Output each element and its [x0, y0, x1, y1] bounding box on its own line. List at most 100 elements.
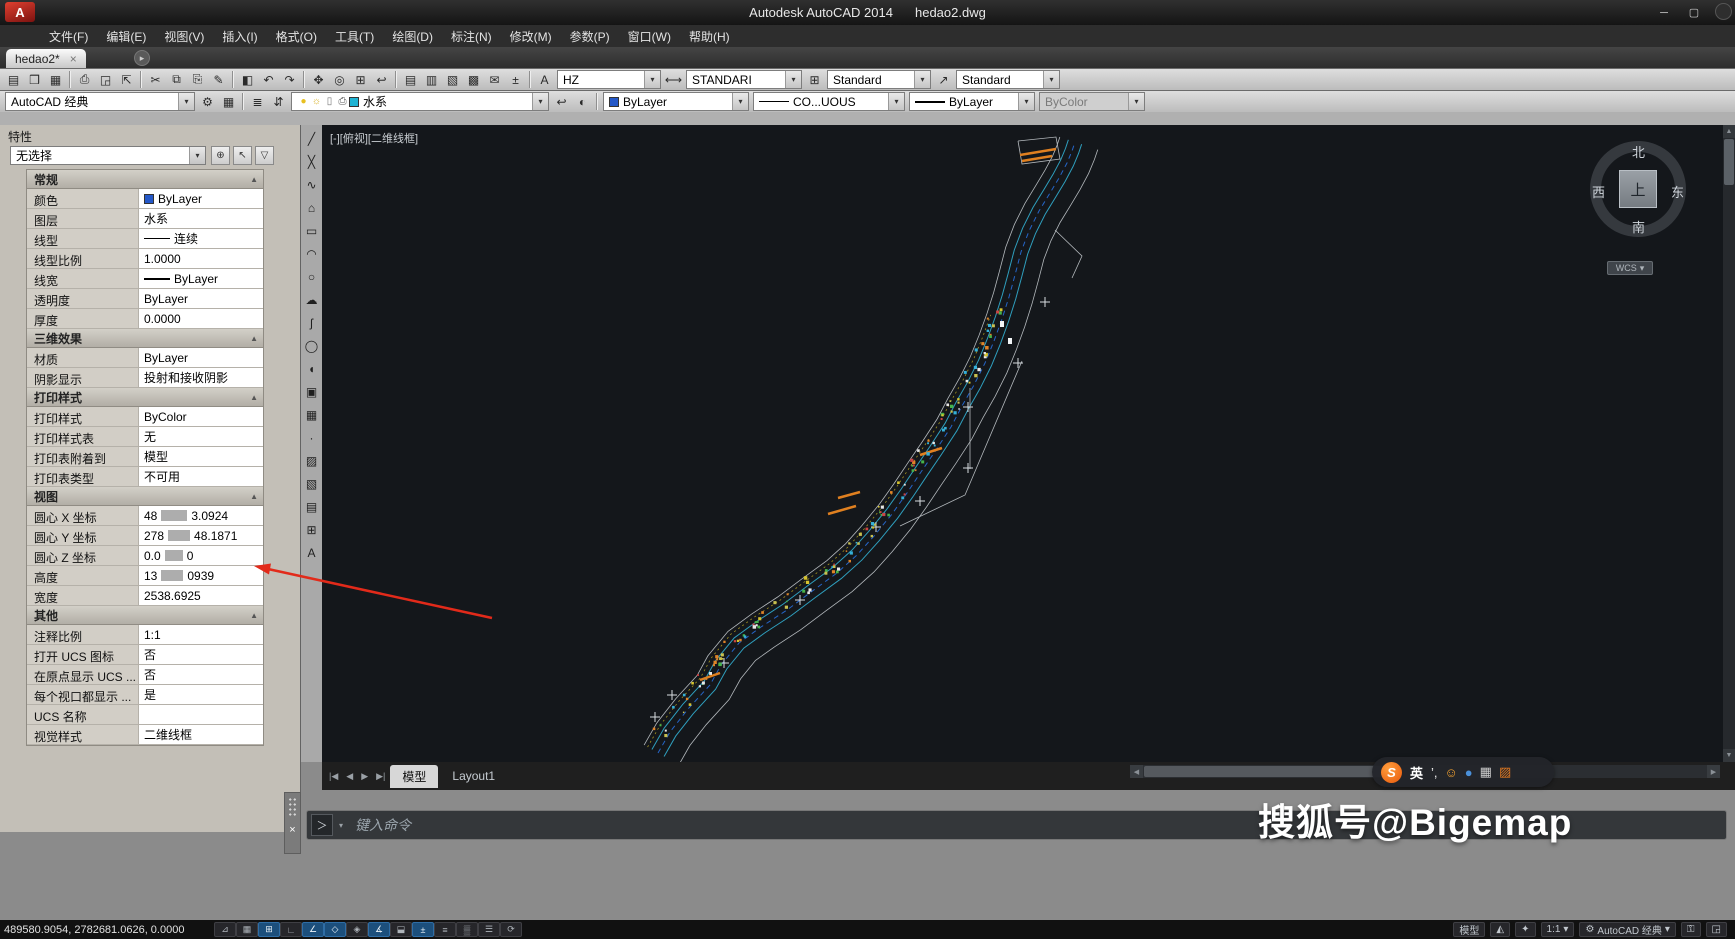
dim-style-combo[interactable]: STANDARI: [686, 70, 802, 89]
menu-item-4[interactable]: 插入(I): [213, 25, 266, 48]
tab-overflow-icon[interactable]: [134, 50, 150, 66]
command-close-icon[interactable]: [286, 823, 299, 836]
section-header[interactable]: 三维效果: [27, 329, 263, 348]
quickcalc-icon[interactable]: ±: [505, 70, 526, 89]
command-prompt-icon[interactable]: ＞: [311, 814, 333, 836]
property-value[interactable]: 模型: [139, 447, 263, 466]
snap-toggle[interactable]: ▦: [236, 922, 258, 937]
chevron-down-icon[interactable]: [644, 71, 660, 88]
infer-constraints-toggle[interactable]: ⊿: [214, 922, 236, 937]
plot-preview-icon[interactable]: ◲: [95, 70, 116, 89]
transparency-toggle[interactable]: ▒: [456, 922, 478, 937]
model-space-button[interactable]: 模型: [1453, 922, 1486, 937]
make-block-tool[interactable]: ▦: [302, 405, 321, 424]
menu-item-8[interactable]: 标注(N): [442, 25, 501, 48]
open-icon[interactable]: ❒: [24, 70, 45, 89]
compass-north-label[interactable]: 北: [1632, 142, 1645, 161]
compass-south-label[interactable]: 南: [1632, 217, 1645, 236]
pickadd-toggle-button[interactable]: ⊕: [211, 146, 230, 165]
menu-item-5[interactable]: 格式(O): [267, 25, 326, 48]
point-tool[interactable]: ·: [302, 428, 321, 447]
save-icon[interactable]: ▦: [45, 70, 66, 89]
vertical-scrollbar[interactable]: ▲ ▼: [1723, 125, 1735, 762]
section-header[interactable]: 常规: [27, 170, 263, 189]
menu-item-2[interactable]: 编辑(E): [97, 25, 155, 48]
chevron-down-icon[interactable]: [189, 147, 205, 164]
ortho-toggle[interactable]: ∟: [280, 922, 302, 937]
menu-item-3[interactable]: 视图(V): [155, 25, 213, 48]
property-value[interactable]: 连续: [139, 229, 263, 248]
tool-palettes-icon[interactable]: ▧: [442, 70, 463, 89]
compass-east-label[interactable]: 东: [1671, 182, 1684, 201]
command-palette-titlebar[interactable]: [284, 792, 301, 854]
layer-properties-manager-icon[interactable]: ≣: [247, 92, 268, 111]
sogou-ime-bar[interactable]: S 英 ’, ☺ ● ▦ ▨: [1372, 757, 1554, 787]
dim-style-icon[interactable]: ⟷: [663, 70, 684, 89]
chevron-down-icon[interactable]: [532, 93, 548, 110]
chevron-down-icon[interactable]: [1640, 263, 1645, 274]
collapse-arrow-icon[interactable]: [250, 492, 258, 501]
circle-tool[interactable]: ○: [302, 267, 321, 286]
insert-block-tool[interactable]: ▣: [302, 382, 321, 401]
chevron-down-icon[interactable]: [888, 93, 904, 110]
compass-top-face[interactable]: 上: [1619, 170, 1657, 208]
property-value[interactable]: 1.0000: [139, 249, 263, 268]
color-combo[interactable]: ByLayer: [603, 92, 749, 111]
polar-toggle[interactable]: ∠: [302, 922, 324, 937]
property-value[interactable]: 1:1: [139, 625, 263, 644]
selection-combo[interactable]: 无选择: [10, 146, 206, 165]
grid-toggle[interactable]: ⊞: [258, 922, 280, 937]
gradient-tool[interactable]: ▧: [302, 474, 321, 493]
plot-icon[interactable]: ⎙: [74, 70, 95, 89]
property-value[interactable]: 投射和接收阴影: [139, 368, 263, 387]
zoom-previous-icon[interactable]: ↩: [371, 70, 392, 89]
osnap-toggle[interactable]: ◇: [324, 922, 346, 937]
property-value[interactable]: ByLayer: [139, 289, 263, 308]
undo-icon[interactable]: ↶: [258, 70, 279, 89]
tab-model[interactable]: 模型: [390, 764, 439, 788]
collapse-arrow-icon[interactable]: [250, 393, 258, 402]
scroll-up-icon[interactable]: ▲: [1723, 125, 1735, 138]
section-header[interactable]: 打印样式: [27, 388, 263, 407]
sheet-set-manager-icon[interactable]: ▩: [463, 70, 484, 89]
property-value[interactable]: 是: [139, 685, 263, 704]
menu-item-1[interactable]: 文件(F): [40, 25, 97, 48]
select-objects-button[interactable]: ↖: [233, 146, 252, 165]
lineweight-toggle[interactable]: ≡: [434, 922, 456, 937]
table-style-icon[interactable]: ⊞: [804, 70, 825, 89]
selection-cycling-toggle[interactable]: ⟳: [500, 922, 522, 937]
property-value[interactable]: 0.0 0: [139, 546, 263, 565]
zoom-window-icon[interactable]: ⊞: [350, 70, 371, 89]
linetype-combo[interactable]: CO...UOUS: [753, 92, 905, 111]
osnap3d-toggle[interactable]: ◈: [346, 922, 368, 937]
property-value[interactable]: 0.0000: [139, 309, 263, 328]
hatch-tool[interactable]: ▨: [302, 451, 321, 470]
polygon-tool[interactable]: ⌂: [302, 198, 321, 217]
collapse-arrow-icon[interactable]: [250, 611, 258, 620]
text-style-combo[interactable]: HZ: [557, 70, 661, 89]
ime-language-indicator[interactable]: 英: [1410, 763, 1423, 782]
menu-item-9[interactable]: 修改(M): [501, 25, 561, 48]
property-value[interactable]: 278 48.1871: [139, 526, 263, 545]
tab-nav-next-icon[interactable]: ▶: [358, 769, 371, 784]
workspace-settings-gear-icon[interactable]: ⚙: [197, 92, 218, 111]
text-style-icon[interactable]: A: [534, 70, 555, 89]
property-value[interactable]: 否: [139, 665, 263, 684]
menu-item-6[interactable]: 工具(T): [326, 25, 383, 48]
workspace-save-icon[interactable]: ▦: [218, 92, 239, 111]
ellipse-tool[interactable]: ◯: [302, 336, 321, 355]
section-header[interactable]: 视图: [27, 487, 263, 506]
property-value[interactable]: ByLayer: [139, 269, 263, 288]
copy-icon[interactable]: ⧉: [166, 70, 187, 89]
tab-nav-prev-icon[interactable]: ◀: [343, 769, 356, 784]
ime-mic-icon[interactable]: ●: [1465, 765, 1473, 780]
property-value[interactable]: ByColor: [139, 407, 263, 426]
sogou-logo-icon[interactable]: S: [1381, 761, 1402, 783]
collapse-arrow-icon[interactable]: [250, 175, 258, 184]
menu-item-11[interactable]: 窗口(W): [619, 25, 680, 48]
mtext-tool[interactable]: A: [302, 543, 321, 562]
line-tool[interactable]: ╱: [302, 129, 321, 148]
chevron-down-icon[interactable]: [785, 71, 801, 88]
polyline-tool[interactable]: ∿: [302, 175, 321, 194]
paste-icon[interactable]: ⎘: [187, 70, 208, 89]
